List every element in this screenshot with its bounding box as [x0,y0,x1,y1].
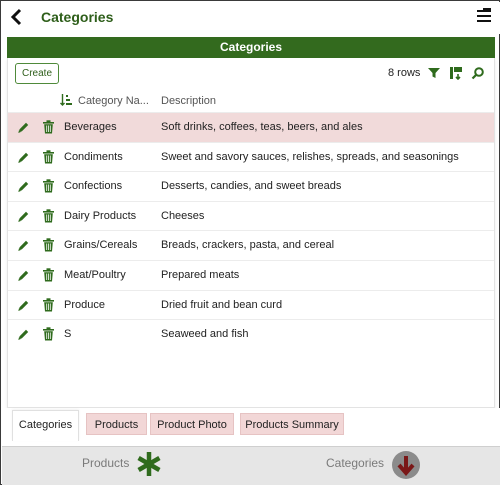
trash-icon[interactable] [43,209,54,223]
app-frame: Categories Categories Create 8 rows Cate… [0,0,500,485]
description-cell: Breads, crackers, pasta, and cereal [161,239,335,252]
hamburger-menu-icon[interactable] [477,8,491,26]
table-row[interactable]: S Seaweed and fish [8,319,494,349]
sort-fields-icon[interactable] [449,66,463,80]
arrow-down-circle-icon[interactable] [390,449,422,481]
sort-ascending-icon[interactable] [60,94,72,106]
pencil-icon[interactable] [17,121,30,134]
tab-product-photo[interactable]: Product Photo [150,413,234,435]
trash-icon[interactable] [43,327,54,341]
table-row[interactable]: Produce Dried fruit and bean curd [8,289,494,320]
categories-grid: Create 8 rows Category Na... Description… [7,58,495,408]
table-row[interactable]: Condiments Sweet and savory sauces, relis… [8,141,494,172]
category-name-cell: Produce [64,298,105,311]
category-name-cell: Meat/Poultry [64,269,126,281]
description-cell: Sweet and savory sauces, relishes, sprea… [161,150,459,163]
bottom-nav-categories-label[interactable]: Categories [326,456,384,470]
search-icon[interactable] [471,66,485,80]
filter-icon[interactable] [427,66,441,80]
pencil-icon[interactable] [17,269,30,282]
tab-products[interactable]: Products [86,413,147,435]
table-row[interactable]: Confections Desserts, candies, and sweet … [8,171,494,201]
trash-icon[interactable] [43,238,54,252]
description-cell: Seaweed and fish [161,328,249,341]
tab-categories[interactable]: Categories [12,410,79,441]
trash-icon[interactable] [43,297,54,312]
pencil-icon[interactable] [17,299,30,312]
pencil-icon[interactable] [17,328,30,341]
category-name-cell: Dairy Products [64,209,137,222]
chevron-left-icon[interactable] [10,7,24,27]
pencil-icon[interactable] [17,151,30,164]
category-name-cell: S [64,328,72,341]
trash-icon[interactable] [43,268,54,282]
section-header: Categories [7,37,495,58]
pencil-icon[interactable] [17,180,30,193]
category-name-cell: Confections [64,180,123,193]
pencil-icon[interactable] [17,239,30,252]
table-row[interactable]: Meat/Poultry Prepared meats [8,260,494,290]
column-header-description[interactable]: Description [161,95,216,107]
top-bar: Categories [2,2,500,34]
trash-icon[interactable] [43,149,54,164]
trash-icon[interactable] [43,120,54,134]
create-button[interactable]: Create [15,63,59,84]
asterisk-icon[interactable] [136,451,162,477]
description-cell: Dried fruit and bean curd [161,298,283,311]
tab-products-summary[interactable]: Products Summary [240,413,344,435]
tab-strip: Categories Products Product Photo Produc… [2,408,500,446]
category-name-cell: Grains/Cereals [64,239,138,252]
pencil-icon[interactable] [17,210,30,223]
bottom-nav-products-label[interactable]: Products [82,456,129,470]
table-row[interactable]: Grains/Cereals Breads, crackers, pasta, a… [8,230,494,260]
category-name-cell: Condiments [64,150,123,163]
column-header-category-name[interactable]: Category Na... [78,95,149,107]
page-title: Categories [41,9,114,25]
bottom-nav: Products Categories [2,446,500,485]
description-cell: Prepared meats [161,269,240,281]
table-row[interactable]: Dairy Products Cheeses [8,200,494,231]
category-name-cell: Beverages [64,121,117,133]
description-cell: Cheeses [161,209,205,222]
trash-icon[interactable] [43,179,54,193]
description-cell: Desserts, candies, and sweet breads [161,180,342,193]
description-cell: Soft drinks, coffees, teas, beers, and a… [161,121,363,133]
table-row[interactable]: Beverages Soft drinks, coffees, teas, bee… [8,112,494,142]
row-count: 8 rows [388,67,421,79]
